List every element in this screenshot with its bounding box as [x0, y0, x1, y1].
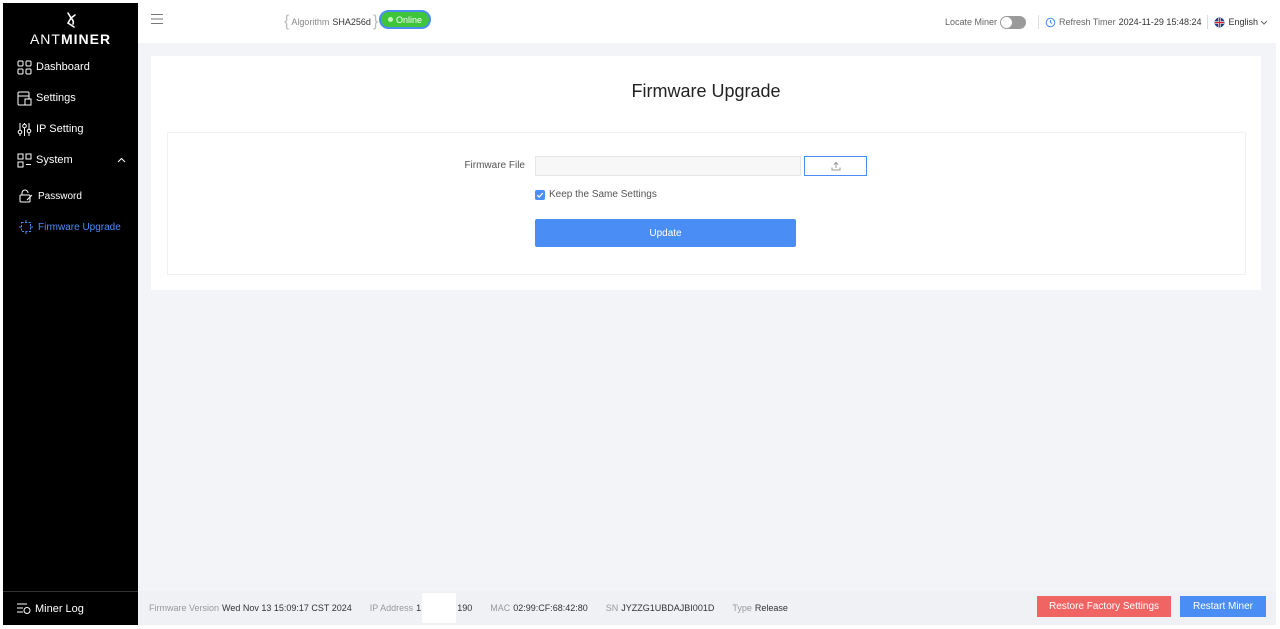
logo: ANTMINER	[3, 11, 138, 47]
firmware-file-label: Firmware File	[464, 160, 525, 171]
type-info: Type Release	[732, 603, 788, 613]
app-root: ANTMINER Dashboard Settings IP Setting S	[3, 3, 1276, 625]
settings-icon	[16, 90, 32, 106]
chevron-down-icon	[1260, 20, 1268, 25]
status-badge: Online	[379, 10, 431, 29]
system-icon	[16, 152, 32, 168]
ip-address-prefix: 1	[416, 603, 422, 613]
chevron-up-icon	[117, 154, 126, 166]
sidebar-item-settings[interactable]: Settings	[3, 84, 138, 112]
keep-settings-label: Keep the Same Settings	[549, 189, 657, 200]
sidebar-item-password[interactable]: Password	[3, 182, 138, 210]
logo-text: ANTMINER	[29, 31, 112, 47]
update-button[interactable]: Update	[535, 219, 796, 247]
mac-value: 02:99:CF:68:42:80	[513, 603, 588, 613]
algorithm-display: { Algorithm SHA256d }	[284, 13, 379, 30]
locate-miner-toggle[interactable]	[1000, 15, 1027, 29]
algorithm-label: Algorithm	[291, 17, 330, 27]
firmware-card: Firmware Upgrade Firmware File Keep the …	[151, 56, 1261, 290]
restore-factory-button[interactable]: Restore Factory Settings	[1037, 596, 1171, 617]
sidebar-item-label: Password	[38, 190, 82, 202]
keep-settings-checkbox[interactable]: Keep the Same Settings	[535, 189, 657, 200]
sn-value: JYZZG1UBDAJBI001D	[621, 603, 715, 613]
ip-address-suffix: 190	[457, 603, 473, 613]
upload-icon	[831, 161, 840, 171]
language-label: English	[1228, 17, 1258, 27]
header-controls: Locate Miner Refresh Timer 2024-11-29 15…	[945, 15, 1268, 29]
language-selector[interactable]: English	[1214, 17, 1268, 28]
refresh-timer-value: 2024-11-29 15:48:24	[1118, 17, 1202, 27]
refresh-timer-label: Refresh Timer	[1059, 17, 1116, 27]
locate-miner-label: Locate Miner	[945, 17, 998, 27]
sliders-icon	[16, 121, 32, 137]
refresh-icon[interactable]	[1045, 17, 1056, 28]
status-text: Online	[395, 14, 422, 25]
dashboard-icon	[16, 59, 32, 75]
sidebar-item-ip-setting[interactable]: IP Setting	[3, 115, 138, 143]
page-title: Firmware Upgrade	[631, 81, 781, 101]
sidebar-item-label: Firmware Upgrade	[38, 221, 121, 233]
uk-flag-icon	[1214, 17, 1225, 28]
firmware-icon	[18, 219, 34, 235]
sidebar: ANTMINER Dashboard Settings IP Setting S	[3, 3, 138, 625]
sidebar-item-label: System	[36, 154, 73, 166]
ip-redaction	[422, 593, 457, 623]
sidebar-item-system[interactable]: System	[3, 146, 138, 174]
miner-log-label: Miner Log	[35, 602, 84, 615]
firmware-version-info: Firmware Version Wed Nov 13 15:09:17 CST…	[149, 603, 352, 613]
firmware-file-input[interactable]	[535, 156, 801, 176]
sidebar-item-dashboard[interactable]: Dashboard	[3, 53, 138, 81]
sidebar-item-label: IP Setting	[36, 123, 84, 135]
mac-info: MAC 02:99:CF:68:42:80	[490, 603, 588, 613]
type-value: Release	[754, 603, 788, 613]
sidebar-item-label: Settings	[36, 92, 76, 104]
sn-info: SN JYZZG1UBDAJBI001D	[605, 603, 715, 613]
upload-button[interactable]	[804, 156, 867, 176]
sidebar-item-firmware-upgrade[interactable]: Firmware Upgrade	[3, 213, 138, 241]
status-dot-icon	[387, 17, 393, 22]
ip-address-info: IP Address 1 190	[370, 593, 472, 623]
sidebar-item-label: Dashboard	[36, 61, 90, 73]
ant-logo-icon	[66, 12, 76, 28]
restart-miner-button[interactable]: Restart Miner	[1180, 596, 1266, 617]
checkbox-checked-icon	[535, 189, 545, 200]
header: { Algorithm SHA256d } Online Locate Mine…	[138, 3, 1276, 43]
footer-actions: Restore Factory Settings Restart Miner	[1037, 596, 1266, 617]
firmware-form-panel	[167, 132, 1246, 275]
menu-toggle-icon[interactable]	[150, 12, 164, 26]
firmware-version-value: Wed Nov 13 15:09:17 CST 2024	[222, 603, 352, 613]
footer: Firmware Version Wed Nov 13 15:09:17 CST…	[138, 591, 1276, 625]
miner-log-button[interactable]: Miner Log	[3, 591, 138, 625]
log-icon	[16, 602, 31, 615]
algorithm-value: SHA256d	[332, 17, 371, 27]
password-icon	[18, 188, 34, 204]
